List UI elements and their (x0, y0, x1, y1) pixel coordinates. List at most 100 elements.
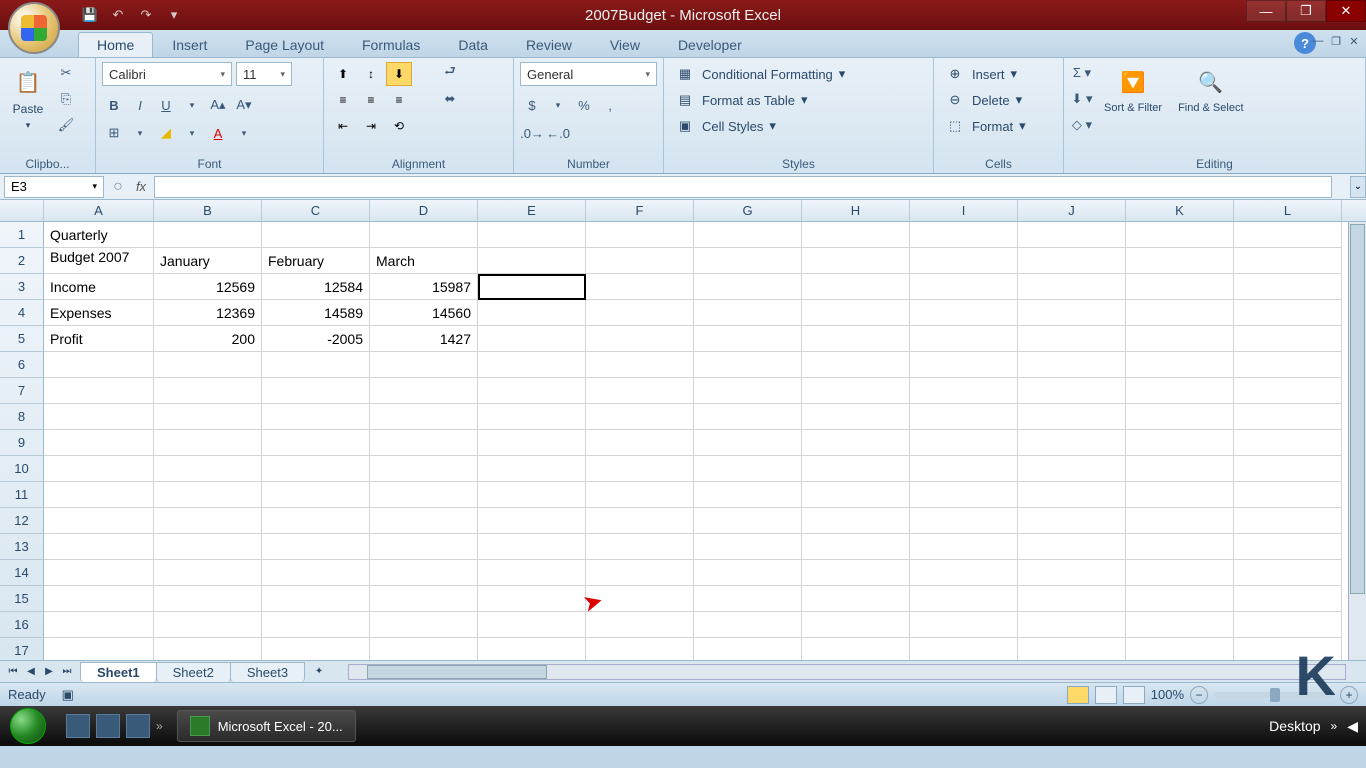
cell-F11[interactable] (586, 482, 694, 508)
cell-E10[interactable] (478, 456, 586, 482)
cell-L17[interactable] (1234, 638, 1342, 660)
horizontal-scrollbar[interactable] (348, 664, 1346, 680)
align-center-icon[interactable]: ≡ (358, 88, 384, 112)
cell-H10[interactable] (802, 456, 910, 482)
decrease-indent-icon[interactable]: ⇤ (330, 114, 356, 138)
cell-F4[interactable] (586, 300, 694, 326)
cell-A11[interactable] (44, 482, 154, 508)
cell-G1[interactable] (694, 222, 802, 248)
row-header-2[interactable]: 2 (0, 248, 44, 274)
cell-L3[interactable] (1234, 274, 1342, 300)
formula-input[interactable] (154, 176, 1332, 198)
show-desktop-icon[interactable] (66, 714, 90, 738)
zoom-in-icon[interactable]: + (1340, 686, 1358, 704)
row-header-12[interactable]: 12 (0, 508, 44, 534)
cell-L14[interactable] (1234, 560, 1342, 586)
fx-icon[interactable]: fx (128, 176, 154, 198)
cell-A9[interactable] (44, 430, 154, 456)
cell-F9[interactable] (586, 430, 694, 456)
cell-L11[interactable] (1234, 482, 1342, 508)
cell-G7[interactable] (694, 378, 802, 404)
cell-I12[interactable] (910, 508, 1018, 534)
cell-D15[interactable] (370, 586, 478, 612)
merge-center-icon[interactable]: ⬌ (422, 88, 478, 110)
align-bottom-icon[interactable]: ⬇ (386, 62, 412, 86)
row-header-1[interactable]: 1 (0, 222, 44, 248)
sheet-prev-icon[interactable]: ◀ (22, 663, 40, 681)
font-size-combo[interactable]: 11▾ (236, 62, 292, 86)
cell-C14[interactable] (262, 560, 370, 586)
cell-L10[interactable] (1234, 456, 1342, 482)
cell-K2[interactable] (1126, 248, 1234, 274)
cell-J11[interactable] (1018, 482, 1126, 508)
cell-B4[interactable]: 12369 (154, 300, 262, 326)
comma-icon[interactable]: , (598, 94, 622, 116)
column-header-K[interactable]: K (1126, 200, 1234, 221)
cell-K12[interactable] (1126, 508, 1234, 534)
conditional-formatting-button[interactable]: ▦Conditional Formatting ▾ (670, 62, 849, 86)
vertical-scrollbar[interactable] (1348, 222, 1366, 660)
tab-home[interactable]: Home (78, 32, 153, 57)
cell-C11[interactable] (262, 482, 370, 508)
cell-F12[interactable] (586, 508, 694, 534)
ribbon-restore-icon[interactable]: ❐ (1328, 34, 1344, 48)
align-right-icon[interactable]: ≡ (386, 88, 412, 112)
align-left-icon[interactable]: ≡ (330, 88, 356, 112)
cell-C15[interactable] (262, 586, 370, 612)
cell-B6[interactable] (154, 352, 262, 378)
cell-J12[interactable] (1018, 508, 1126, 534)
cell-I10[interactable] (910, 456, 1018, 482)
cell-B16[interactable] (154, 612, 262, 638)
cell-K8[interactable] (1126, 404, 1234, 430)
cell-K10[interactable] (1126, 456, 1234, 482)
cell-C10[interactable] (262, 456, 370, 482)
cell-D1[interactable] (370, 222, 478, 248)
pagebreak-view-icon[interactable] (1123, 686, 1145, 704)
zoom-level[interactable]: 100% (1151, 687, 1184, 702)
normal-view-icon[interactable] (1067, 686, 1089, 704)
cell-D7[interactable] (370, 378, 478, 404)
cell-E9[interactable] (478, 430, 586, 456)
cell-H8[interactable] (802, 404, 910, 430)
cell-A12[interactable] (44, 508, 154, 534)
cell-I8[interactable] (910, 404, 1018, 430)
cell-A17[interactable] (44, 638, 154, 660)
fill-icon[interactable]: ⬇ ▾ (1070, 88, 1094, 110)
cell-D12[interactable] (370, 508, 478, 534)
align-middle-icon[interactable]: ↕ (358, 62, 384, 86)
cell-L2[interactable] (1234, 248, 1342, 274)
cell-B12[interactable] (154, 508, 262, 534)
cell-H12[interactable] (802, 508, 910, 534)
cell-L7[interactable] (1234, 378, 1342, 404)
orientation-icon[interactable]: ⟲ (386, 114, 412, 138)
cell-E12[interactable] (478, 508, 586, 534)
cell-C12[interactable] (262, 508, 370, 534)
cell-H5[interactable] (802, 326, 910, 352)
close-button[interactable]: ✕ (1326, 0, 1366, 22)
cell-D5[interactable]: 1427 (370, 326, 478, 352)
decrease-decimal-icon[interactable]: ←.0 (546, 122, 570, 144)
cell-J4[interactable] (1018, 300, 1126, 326)
cell-E6[interactable] (478, 352, 586, 378)
delete-cells-button[interactable]: ⊖Delete ▾ (940, 88, 1030, 112)
cell-J9[interactable] (1018, 430, 1126, 456)
insert-cells-button[interactable]: ⊕Insert ▾ (940, 62, 1030, 86)
qat-dropdown-icon[interactable]: ▾ (164, 5, 184, 25)
cell-F1[interactable] (586, 222, 694, 248)
tab-review[interactable]: Review (507, 32, 591, 57)
cell-I2[interactable] (910, 248, 1018, 274)
cell-C1[interactable] (262, 222, 370, 248)
cell-H16[interactable] (802, 612, 910, 638)
column-header-H[interactable]: H (802, 200, 910, 221)
borders-dropdown-icon[interactable]: ▾ (128, 122, 152, 144)
new-sheet-icon[interactable]: ✦ (310, 663, 328, 681)
cell-E11[interactable] (478, 482, 586, 508)
bold-button[interactable]: B (102, 94, 126, 116)
cell-D10[interactable] (370, 456, 478, 482)
cell-K1[interactable] (1126, 222, 1234, 248)
cell-I9[interactable] (910, 430, 1018, 456)
shrink-font-icon[interactable]: A▾ (232, 94, 256, 116)
row-header-17[interactable]: 17 (0, 638, 44, 660)
cell-I7[interactable] (910, 378, 1018, 404)
undo-icon[interactable]: ↶ (108, 5, 128, 25)
